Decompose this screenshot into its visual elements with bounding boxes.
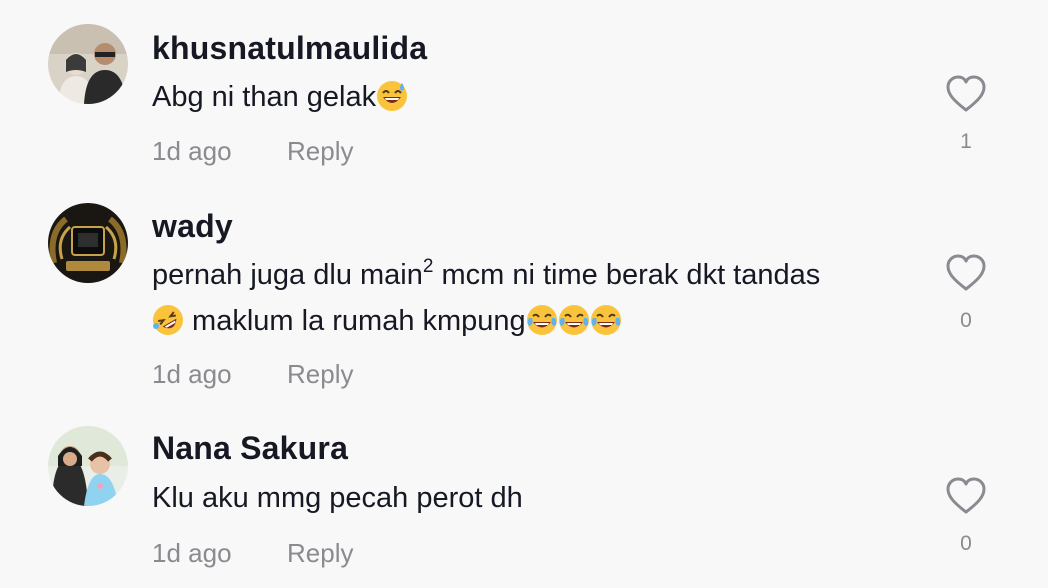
reply-button[interactable]: Reply <box>287 136 353 167</box>
reply-button[interactable]: Reply <box>287 538 353 569</box>
comment-timestamp: 1d ago <box>152 136 232 166</box>
joy-emoji <box>526 305 557 335</box>
comment-username[interactable]: khusnatulmaulida <box>152 30 427 67</box>
heart-outline-icon[interactable] <box>944 74 988 114</box>
like-control: 0 <box>944 253 988 333</box>
avatar[interactable] <box>48 426 128 506</box>
comment-text: Klu aku mmg pecah perot dh <box>152 482 523 514</box>
superscript: 2 <box>422 256 434 277</box>
comment-timestamp: 1d ago <box>152 538 232 568</box>
joy-emoji <box>558 305 589 335</box>
like-count: 1 <box>960 130 972 153</box>
comment-meta: 1d ago Reply <box>152 136 353 167</box>
joy-emoji <box>590 305 621 335</box>
comment-username[interactable]: wady <box>152 208 233 245</box>
heart-outline-icon[interactable] <box>944 253 988 293</box>
rofl-emoji <box>153 305 183 335</box>
like-count: 0 <box>960 532 972 555</box>
reply-button[interactable]: Reply <box>287 359 353 390</box>
avatar[interactable] <box>48 24 128 104</box>
like-count: 0 <box>960 309 972 332</box>
comment-meta: 1d ago Reply <box>152 538 353 569</box>
like-control: 0 <box>944 476 988 556</box>
heart-outline-icon[interactable] <box>944 476 988 516</box>
comment-timestamp: 1d ago <box>152 359 232 389</box>
comment-username[interactable]: Nana Sakura <box>152 430 348 467</box>
comment-text: pernah juga dlu main2 mcm ni time berak … <box>152 252 912 344</box>
like-control: 1 <box>944 74 988 154</box>
comment-meta: 1d ago Reply <box>152 359 353 390</box>
sweat-smile-emoji <box>377 81 408 111</box>
comment-text: Abg ni than gelak <box>152 74 912 120</box>
avatar[interactable] <box>48 203 128 283</box>
